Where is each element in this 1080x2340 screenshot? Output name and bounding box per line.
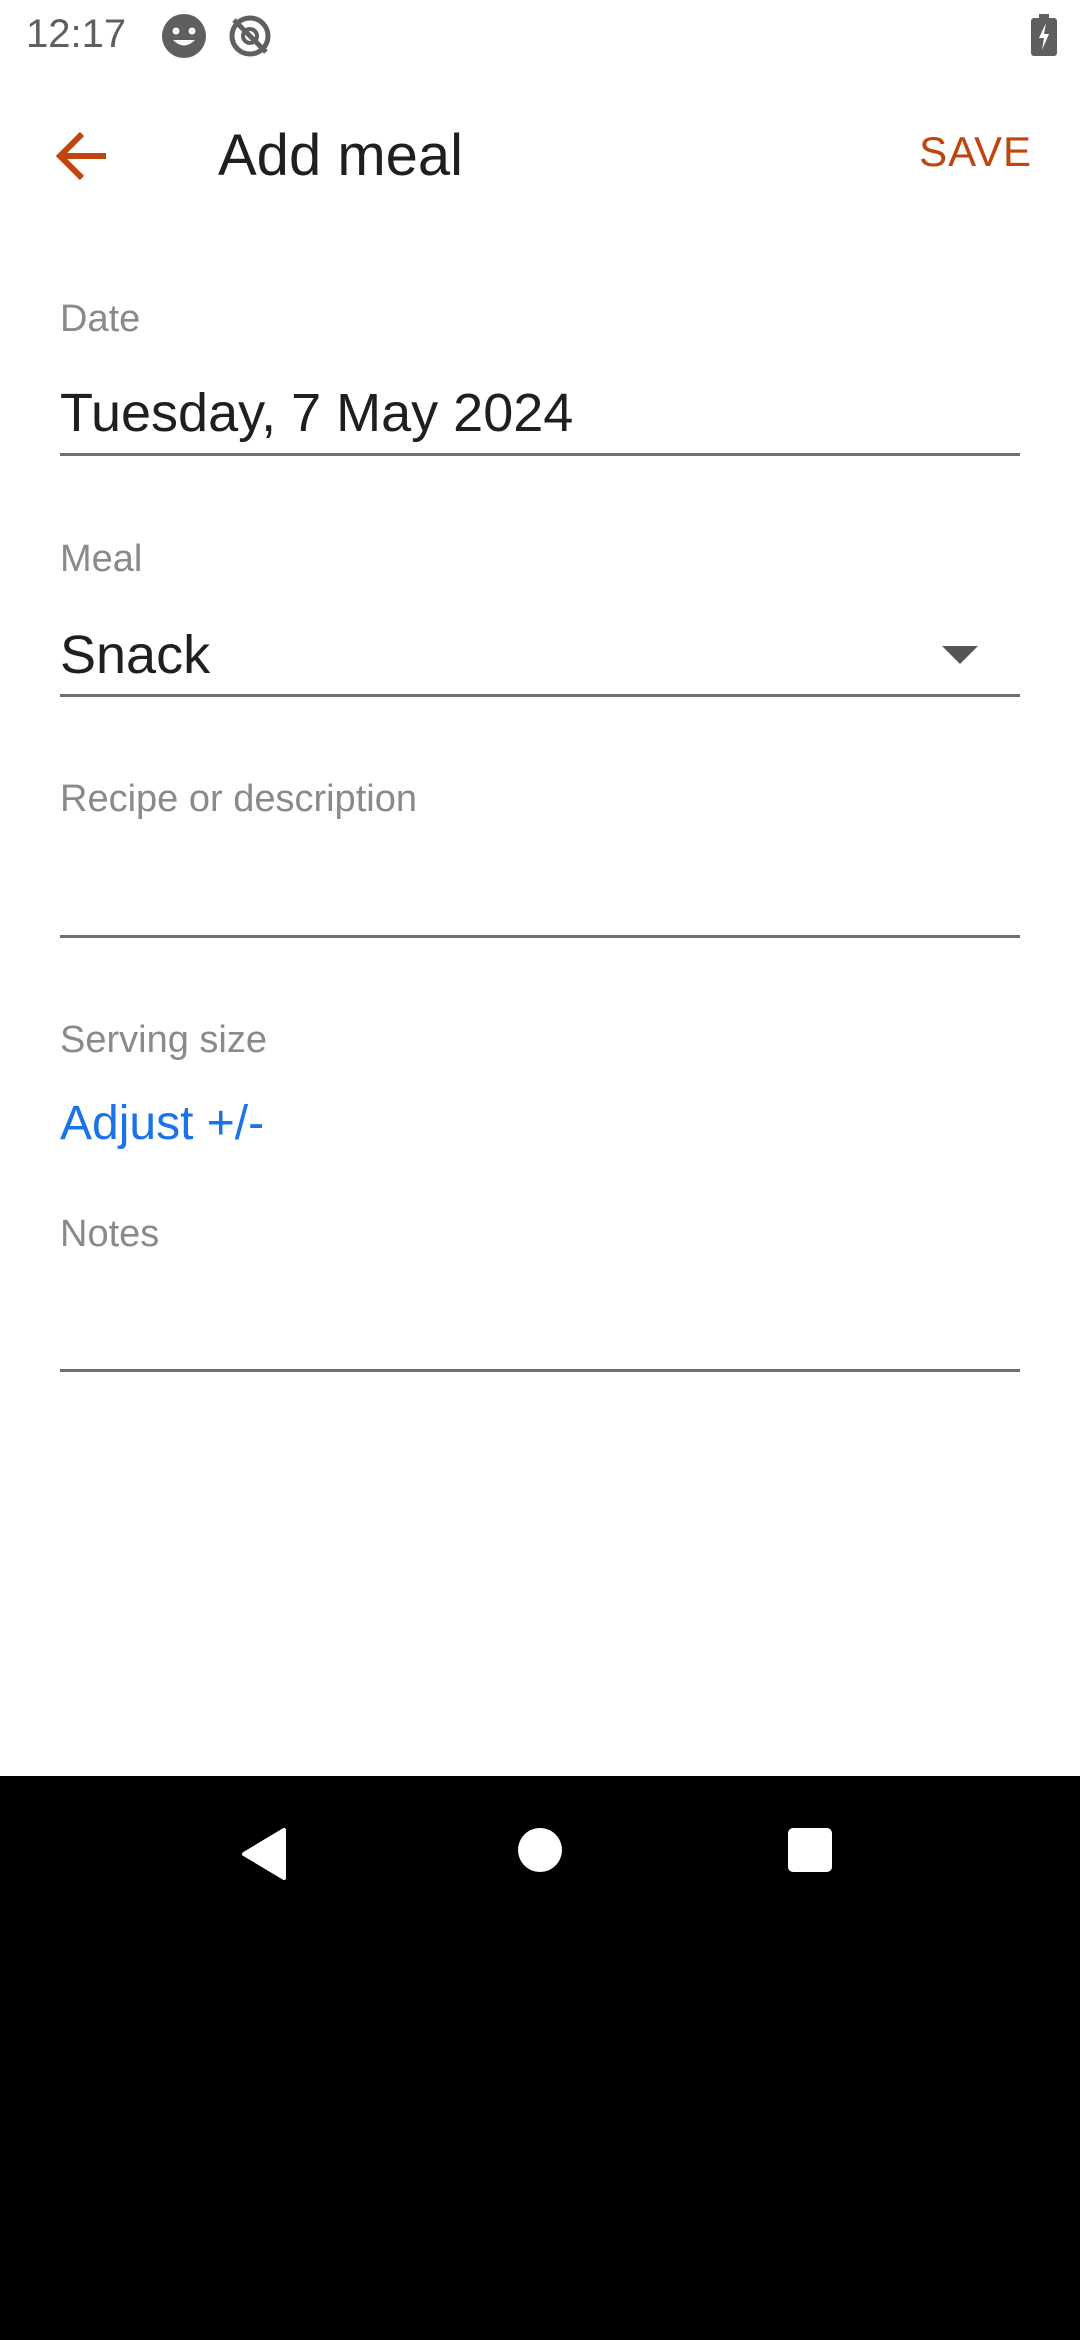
battery-icon — [1031, 14, 1057, 56]
status-bar: 12:17 — [0, 0, 1080, 72]
recipe-underline — [60, 935, 1020, 938]
back-nav-icon[interactable] — [238, 1826, 294, 1882]
recipe-input[interactable] — [60, 860, 1020, 930]
serving-size-label: Serving size — [60, 1019, 267, 1061]
date-label: Date — [60, 298, 141, 340]
sync-off-icon — [229, 15, 271, 57]
face-icon — [162, 14, 206, 58]
navigation-bar — [0, 1776, 1080, 1916]
app-screen: 12:17 Add meal SAVE Date Tuesday, 7 May … — [0, 0, 1080, 1776]
dropdown-arrow-icon[interactable] — [942, 646, 978, 664]
toolbar: Add meal SAVE — [0, 72, 1080, 240]
page-title: Add meal — [218, 123, 464, 188]
adjust-serving-link[interactable]: Adjust +/- — [60, 1096, 264, 1151]
recipe-label: Recipe or description — [60, 778, 417, 820]
meal-select[interactable]: Snack — [60, 624, 210, 686]
date-field[interactable]: Tuesday, 7 May 2024 — [60, 382, 573, 444]
notes-label: Notes — [60, 1213, 160, 1255]
save-button[interactable]: SAVE — [919, 128, 1032, 176]
meal-label: Meal — [60, 538, 143, 580]
back-arrow-icon[interactable] — [40, 112, 128, 200]
notes-input[interactable] — [60, 1294, 1020, 1364]
notes-underline — [60, 1369, 1020, 1372]
status-time: 12:17 — [26, 12, 127, 56]
date-underline — [60, 453, 1020, 456]
home-nav-icon[interactable] — [518, 1828, 562, 1872]
recents-nav-icon[interactable] — [788, 1828, 832, 1872]
meal-underline — [60, 694, 1020, 697]
